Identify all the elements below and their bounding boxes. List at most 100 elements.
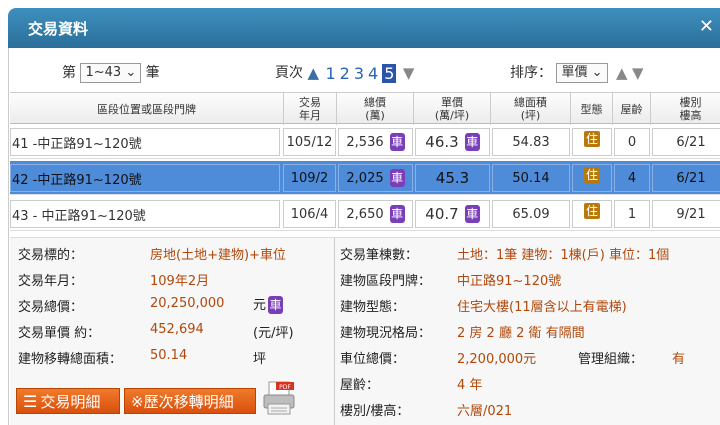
cell-location: 41 -中正路91~120號	[12, 136, 142, 152]
prev-page-icon[interactable]: ▲	[307, 64, 319, 82]
cell-floor: 6/21	[676, 134, 706, 150]
cell-total: 2,650 車	[346, 205, 405, 223]
sort-select-value: 單價	[561, 65, 588, 80]
parking-badge: 車	[389, 169, 405, 187]
range-suffix: 筆	[145, 65, 160, 81]
cell-unit-price: 46.3 車	[425, 133, 480, 151]
detail-divider	[334, 238, 335, 425]
cell-area: 54.83	[512, 134, 550, 150]
chevron-down-icon: ⌄	[591, 65, 603, 80]
page-link-2[interactable]: 2	[340, 64, 350, 83]
table-row[interactable]: 41 -中正路91~120號 105/12 2,536 車 46.3 車 54.83…	[10, 125, 720, 159]
col-area[interactable]: 總面積 (坪)	[490, 93, 570, 125]
cell-area: 50.14	[512, 170, 550, 186]
window-titlebar: 交易資料 ✕	[8, 8, 720, 48]
residential-badge: 住	[584, 131, 600, 147]
label-address: 建物區段門牌：	[340, 274, 432, 289]
range-control: 第 1~43 ⌄ 筆	[62, 62, 160, 83]
value-counts: 土地：1筆 建物：1棟(戶) 車位：1個	[457, 248, 670, 263]
cell-date: 106/4	[290, 206, 329, 222]
next-page-icon[interactable]: ▼	[403, 64, 415, 82]
transaction-detail-label: 交易明細	[40, 392, 101, 411]
cell-type: 住	[572, 161, 612, 195]
page-link-4[interactable]: 4	[368, 64, 378, 83]
window-title: 交易資料	[28, 20, 89, 38]
sort-label: 排序：	[510, 65, 552, 81]
value-layout: 2 房 2 廳 2 衛 有隔間	[457, 326, 585, 341]
value-area: 50.14	[150, 348, 188, 363]
col-date[interactable]: 交易 年月	[283, 93, 336, 125]
transfer-history-button[interactable]: ※歷次移轉明細	[124, 388, 256, 414]
label-unit-price: 交易單價 約：	[18, 326, 101, 341]
cell-date: 105/12	[286, 134, 333, 150]
value-building-type: 住宅大樓(11層含以上有電梯)	[457, 300, 627, 315]
label-building-type: 建物型態：	[340, 300, 406, 315]
label-counts: 交易筆棟數：	[340, 248, 419, 263]
value-total: 20,250,000	[150, 296, 225, 311]
value-parking-price: 2,200,000元	[457, 352, 537, 367]
value-floor: 六層/021	[457, 404, 513, 419]
pagination: 頁次 ▲ 12345 ▼	[275, 62, 414, 83]
list-icon: ☰	[23, 391, 38, 411]
cell-floor: 6/21	[676, 170, 706, 186]
parking-badge: 車	[389, 133, 405, 151]
cell-date: 109/2	[290, 170, 329, 186]
label-area: 建物移轉總面積：	[18, 352, 123, 367]
parking-badge: 車	[464, 205, 480, 223]
unit-area: 坪	[253, 352, 267, 367]
page-link-3[interactable]: 3	[354, 64, 364, 83]
cell-type: 住	[572, 125, 612, 159]
residential-badge: 住	[584, 167, 600, 183]
label-total: 交易總價：	[18, 300, 84, 315]
label-date: 交易年月：	[18, 274, 84, 289]
page-link-current[interactable]: 5	[382, 63, 397, 83]
value-target: 房地(土地+建物)+車位	[150, 248, 286, 263]
transaction-detail-button[interactable]: ☰ 交易明細	[16, 388, 120, 414]
sort-asc-icon[interactable]: ▲	[616, 64, 628, 82]
table-row-selected[interactable]: 42 -中正路91~120號 109/2 2,025 車 45.3 50.14 住…	[10, 161, 720, 195]
page-label: 頁次	[275, 65, 303, 81]
col-age[interactable]: 屋齡	[612, 93, 650, 125]
label-management: 管理組織：	[578, 352, 644, 367]
residential-badge: 住	[584, 203, 600, 219]
sort-control: 排序： 單價 ⌄ ▲ ▼	[510, 62, 644, 83]
range-select[interactable]: 1~43 ⌄	[80, 63, 142, 83]
parking-badge: 車	[464, 133, 480, 151]
transfer-history-label: ※歷次移轉明細	[131, 392, 234, 411]
unit-total: 元車	[253, 296, 284, 314]
chevron-down-icon: ⌄	[125, 65, 137, 80]
value-address: 中正路91~120號	[457, 274, 562, 289]
table-row[interactable]: 43 - 中正路91~120號 106/4 2,650 車 40.7 車 65.09…	[10, 197, 720, 231]
label-target: 交易標的：	[18, 248, 84, 263]
col-unit-price[interactable]: 單價 (萬/坪)	[413, 93, 490, 125]
col-type[interactable]: 型態	[570, 93, 612, 125]
parking-badge: 車	[389, 205, 405, 223]
pdf-print-icon[interactable]: PDF	[262, 380, 296, 416]
page-link-1[interactable]: 1	[325, 64, 335, 83]
cell-location: 43 - 中正路91~120號	[12, 208, 146, 224]
cell-area: 65.09	[512, 206, 550, 222]
label-age: 屋齡：	[340, 378, 380, 393]
cell-total: 2,025 車	[346, 169, 405, 187]
label-layout: 建物現況格局：	[340, 326, 432, 341]
table-header: 區段位置或區段門牌 交易 年月 總價 (萬) 單價 (萬/坪) 總面積 (坪) 型態 屋…	[10, 92, 720, 125]
unit-unit-price: (元/坪)	[253, 326, 294, 341]
col-floor[interactable]: 樓別 樓高	[650, 93, 720, 125]
value-unit-price: 452,694	[150, 322, 204, 337]
cell-type: 住	[572, 197, 612, 231]
cell-unit-price: 40.7 車	[425, 205, 480, 223]
range-select-value: 1~43	[85, 65, 122, 80]
col-location[interactable]: 區段位置或區段門牌	[10, 93, 283, 125]
value-management: 有	[672, 352, 686, 367]
value-age: 4 年	[457, 378, 483, 393]
sort-desc-icon[interactable]: ▼	[632, 64, 644, 82]
cell-floor: 9/21	[676, 206, 706, 222]
sort-select[interactable]: 單價 ⌄	[556, 63, 608, 83]
range-prefix: 第	[62, 65, 76, 81]
label-floor: 樓別/樓高：	[340, 404, 410, 419]
col-total[interactable]: 總價 (萬)	[336, 93, 413, 125]
close-icon[interactable]: ✕	[699, 16, 714, 37]
value-date: 109年2月	[150, 274, 210, 289]
pdf-label: PDF	[279, 384, 291, 391]
label-parking-price: 車位總價：	[340, 352, 406, 367]
